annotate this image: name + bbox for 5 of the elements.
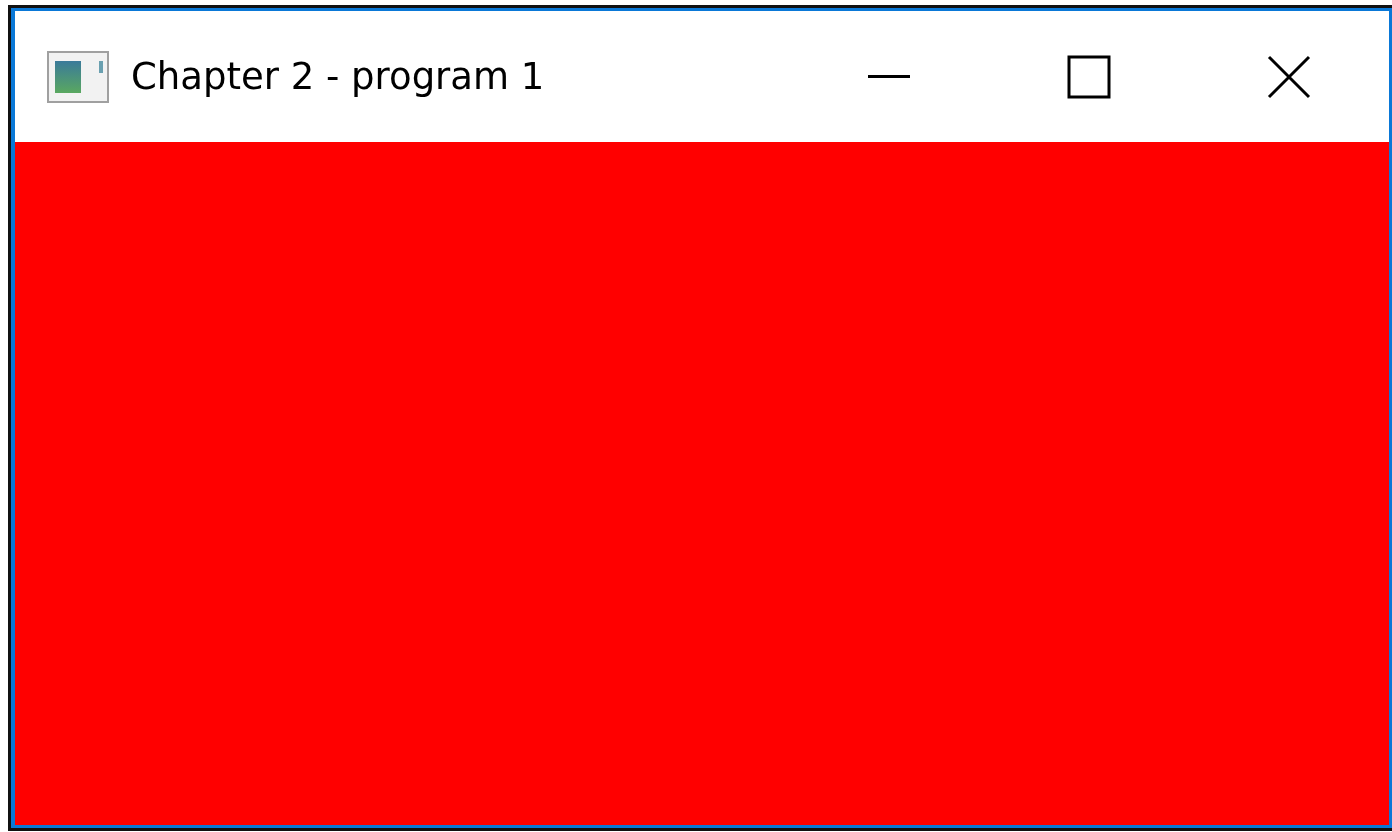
maximize-icon xyxy=(1067,54,1111,99)
minimize-icon xyxy=(868,75,910,78)
close-icon xyxy=(1267,54,1311,99)
window-title: Chapter 2 - program 1 xyxy=(131,55,545,98)
window-icon xyxy=(47,50,109,103)
